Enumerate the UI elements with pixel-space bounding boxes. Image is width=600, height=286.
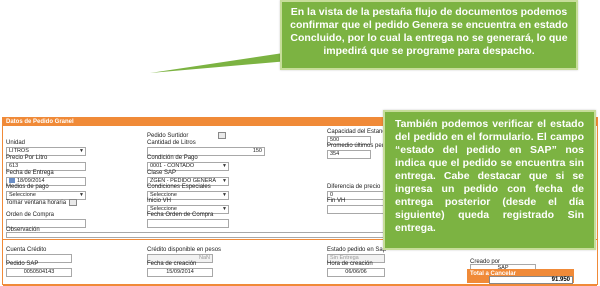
fecha-creacion-label: Fecha de creación — [147, 261, 197, 267]
medios-value: Seleccione — [9, 192, 36, 198]
callout-top-text: En la vista de la pestaña flujo de docum… — [290, 6, 568, 57]
hora-field: 06/06/06 — [327, 268, 385, 277]
tomar-label: Tomar ventana horaria — [6, 200, 67, 206]
total-field: 91.950 — [489, 276, 573, 284]
condiciones-label: Condiciones Especiales — [147, 184, 211, 190]
chevron-down-icon: ▼ — [79, 192, 84, 198]
chevron-down-icon: ▼ — [79, 148, 84, 154]
callout-flujo-documentos: En la vista de la pestaña flujo de docum… — [280, 0, 578, 70]
inicio-label: Inicio VH — [147, 198, 172, 204]
chevron-down-icon: ▼ — [222, 192, 227, 198]
diferencia-label: Diferencia de precio — [327, 184, 381, 190]
fecha-orden-field[interactable] — [147, 219, 229, 228]
fecha-orden-label: Fecha Orden de Compra — [147, 212, 214, 218]
calendar-icon[interactable] — [9, 178, 15, 184]
chevron-down-icon: ▼ — [222, 206, 227, 212]
credito-label: Crédito disponible en pesos — [147, 247, 222, 253]
chevron-down-icon: ▼ — [222, 178, 227, 184]
unidad-value: LITROS — [9, 148, 29, 154]
hora-label: Hora de creación — [327, 261, 373, 267]
fecha-entrega-label: Fecha de Entrega — [6, 170, 54, 176]
pedido-sap-label: Pedido SAP — [6, 261, 39, 267]
tomar-checkbox[interactable] — [69, 199, 77, 206]
fin-label: Fin VH — [327, 198, 346, 204]
fin-select[interactable] — [327, 205, 385, 214]
pedido-surtidor-label: Pedido Surtidor — [147, 133, 189, 139]
orden-label: Orden de Compra — [6, 212, 55, 218]
medios-label: Medios de pago — [6, 184, 49, 190]
chevron-down-icon: ▼ — [222, 163, 227, 169]
callout-estado-pedido: También podemos verificar el estado del … — [383, 110, 596, 250]
precio-label: Precio Por Litro — [6, 155, 48, 161]
fecha-creacion-field: 15/09/2014 — [147, 268, 213, 277]
condicion-label: Condición de Pago — [147, 155, 198, 161]
estado-label: Estado pedido en Sap — [327, 247, 387, 253]
observacion-field[interactable] — [6, 232, 387, 238]
cantidad-label: Cantidad de Litros — [147, 140, 196, 146]
cuenta-label: Cuenta Crédito — [6, 247, 47, 253]
pedido-surtidor-checkbox[interactable] — [218, 132, 226, 139]
clase-label: Clase SAP — [147, 170, 177, 176]
pedido-sap-field: 0050504143 — [6, 268, 72, 277]
condicion-value: 0001 - CONTADO — [150, 163, 195, 169]
promedio-field: 354 — [327, 150, 371, 159]
unidad-label: Unidad — [6, 140, 26, 146]
callout-right-text: También podemos verificar el estado del … — [395, 118, 584, 234]
